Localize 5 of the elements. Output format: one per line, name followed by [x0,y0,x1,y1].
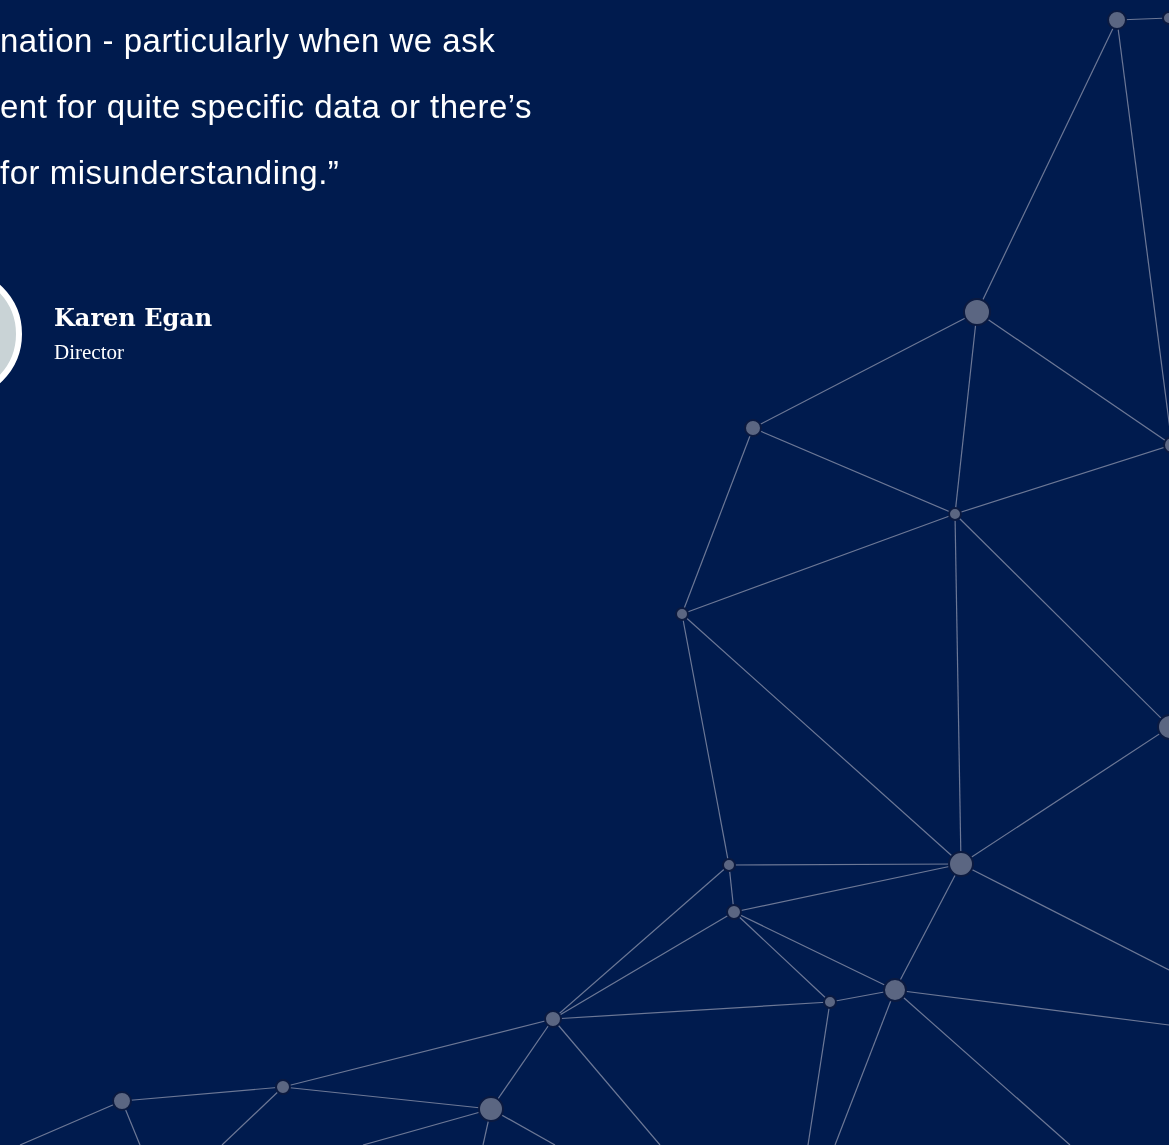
author-name: Karen Egan [54,303,213,332]
quote-text: for misunderstanding.” [0,153,340,193]
author-role: Director [54,340,125,365]
quote-text: ent for quite specific data or there’s [0,87,532,127]
quote-text: nation - particularly when we ask [0,21,496,61]
